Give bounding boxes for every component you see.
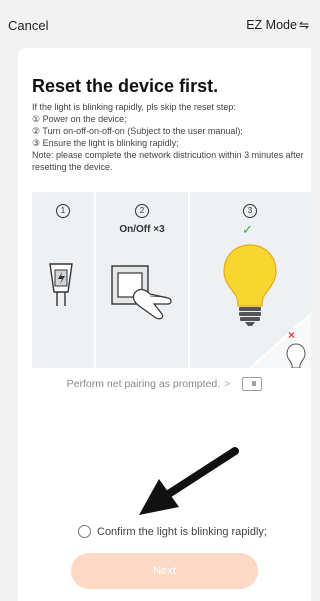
instruction-step-3: ③ Ensure the light is blinking rapidly; bbox=[32, 138, 179, 148]
instructions-note: Note: please complete the network distri… bbox=[32, 150, 304, 172]
step-panel-switch: 2 On/Off ×3 bbox=[96, 192, 188, 368]
ez-mode-label: EZ Mode bbox=[246, 18, 297, 32]
instruction-step-1: ① Power on the device; bbox=[32, 114, 127, 124]
pairing-link[interactable]: Perform net pairing as prompted. > bbox=[18, 377, 311, 391]
step-number-2: 2 bbox=[135, 204, 149, 218]
page-title: Reset the device first. bbox=[32, 76, 219, 96]
step-panel-bulb: 3 ✓ × bbox=[190, 192, 311, 368]
reset-illustration: 1 2 On/Off ×3 3 ✓ × bbox=[32, 192, 311, 368]
cross-icon: × bbox=[288, 328, 296, 342]
instructions-intro: If the light is blinking rapidly, pls sk… bbox=[32, 102, 236, 112]
top-bar: Cancel EZ Mode ⇋ bbox=[0, 0, 311, 50]
step-panel-power: 1 bbox=[32, 192, 94, 368]
reset-card: Reset the device first. If the light is … bbox=[18, 48, 311, 601]
step-number-1: 1 bbox=[56, 204, 70, 218]
confirm-label: Confirm the light is blinking rapidly; bbox=[97, 525, 267, 538]
reset-instructions: If the light is blinking rapidly, pls sk… bbox=[32, 101, 304, 173]
unlit-bulb-icon bbox=[286, 343, 306, 368]
on-off-caption: On/Off ×3 bbox=[119, 224, 165, 235]
pairing-link-text: Perform net pairing as prompted. bbox=[66, 377, 221, 390]
confirm-checkbox[interactable]: Confirm the light is blinking rapidly; bbox=[78, 523, 267, 541]
video-icon[interactable] bbox=[242, 377, 263, 391]
confirm-radio[interactable] bbox=[78, 525, 91, 539]
light-switch-icon bbox=[111, 265, 172, 320]
cancel-button[interactable]: Cancel bbox=[8, 18, 48, 33]
power-plug-icon bbox=[49, 263, 73, 306]
ez-mode-switch[interactable]: EZ Mode ⇋ bbox=[246, 18, 309, 32]
swap-icon: ⇋ bbox=[298, 18, 309, 32]
next-button[interactable]: Next bbox=[71, 553, 258, 589]
instruction-step-2: ② Turn on-off-on-off-on (Subject to the … bbox=[32, 126, 243, 136]
chevron-right-icon: > bbox=[224, 377, 231, 390]
arrow-pointer-icon bbox=[139, 447, 239, 515]
